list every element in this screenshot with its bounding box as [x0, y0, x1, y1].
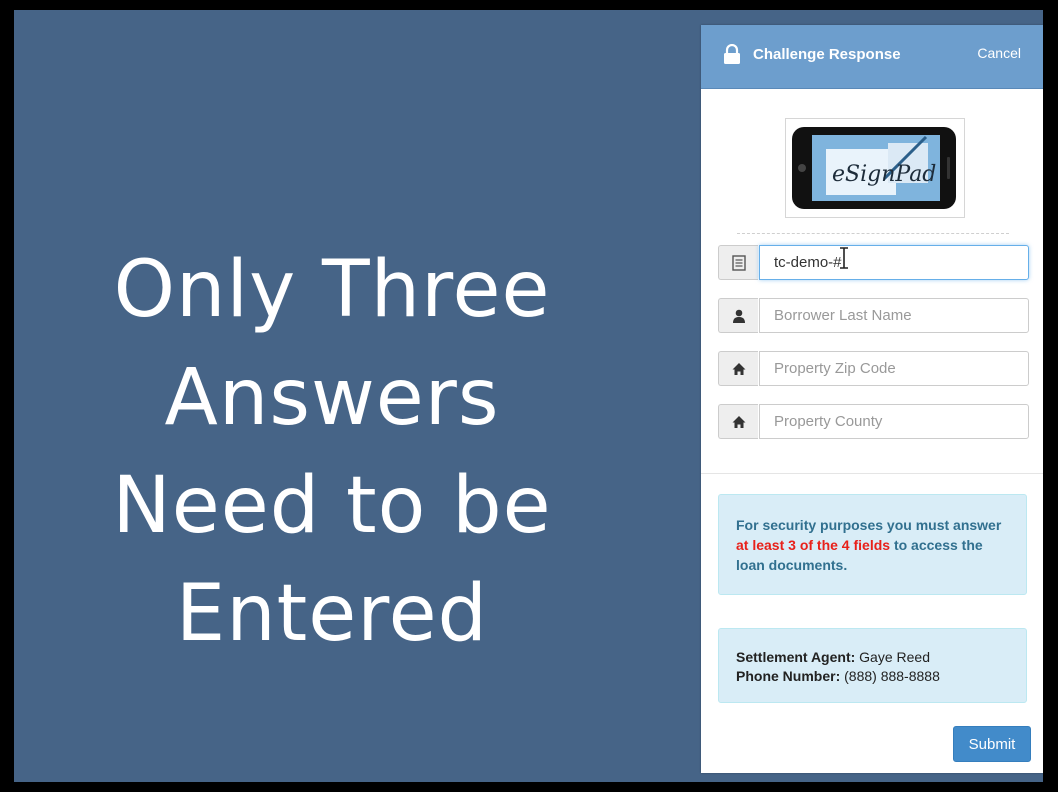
property-zip-input[interactable]	[759, 351, 1029, 386]
dialog-header: Challenge Response Cancel	[701, 25, 1043, 89]
challenge-response-dialog: Challenge Response Cancel eSignPad tc-de…	[701, 25, 1043, 773]
svg-text:eSignPad: eSignPad	[832, 162, 936, 187]
security-text-highlight: at least 3 of the 4 fields	[736, 537, 891, 553]
headline-line-2: Answers	[164, 353, 500, 443]
text-cursor-icon	[840, 247, 848, 269]
logo-divider	[737, 233, 1009, 234]
document-icon	[718, 245, 758, 280]
dialog-title: Challenge Response	[753, 46, 901, 63]
esignpad-logo-image: eSignPad	[792, 127, 956, 209]
cancel-link[interactable]: Cancel	[977, 45, 1021, 61]
security-notice-text: For security purposes you must answer at…	[736, 515, 1009, 575]
lock-icon	[724, 44, 740, 64]
headline-line-4: Entered	[175, 569, 489, 659]
phone-label: Phone Number:	[736, 668, 841, 684]
phone-number: (888) 888-8888	[844, 668, 940, 684]
settlement-agent-box: Settlement Agent: Gaye Reed Phone Number…	[718, 628, 1027, 703]
slide-headline: Only Three Answers Need to be Entered	[14, 236, 650, 668]
agent-name: Gaye Reed	[859, 649, 930, 665]
home-icon	[718, 351, 758, 386]
borrower-last-name-input[interactable]	[759, 298, 1029, 333]
headline-line-1: Only Three	[113, 245, 551, 335]
agent-line: Settlement Agent: Gaye Reed	[736, 648, 1009, 667]
security-notice: For security purposes you must answer at…	[718, 494, 1027, 595]
property-county-input[interactable]	[759, 404, 1029, 439]
home-icon	[718, 404, 758, 439]
headline-line-3: Need to be	[112, 461, 552, 551]
property-zip-field-group	[718, 351, 1031, 386]
agent-label: Settlement Agent:	[736, 649, 856, 665]
user-icon	[718, 298, 758, 333]
property-county-field-group	[718, 404, 1031, 439]
phone-line: Phone Number: (888) 888-8888	[736, 667, 1009, 686]
loan-number-field-group	[718, 245, 1031, 280]
security-text-part1: For security purposes you must answer	[736, 517, 1002, 533]
submit-button[interactable]: Submit	[953, 726, 1031, 762]
esignpad-logo: eSignPad	[785, 118, 965, 218]
loan-number-input[interactable]	[759, 245, 1029, 280]
section-divider	[701, 473, 1043, 474]
borrower-last-name-field-group	[718, 298, 1031, 333]
